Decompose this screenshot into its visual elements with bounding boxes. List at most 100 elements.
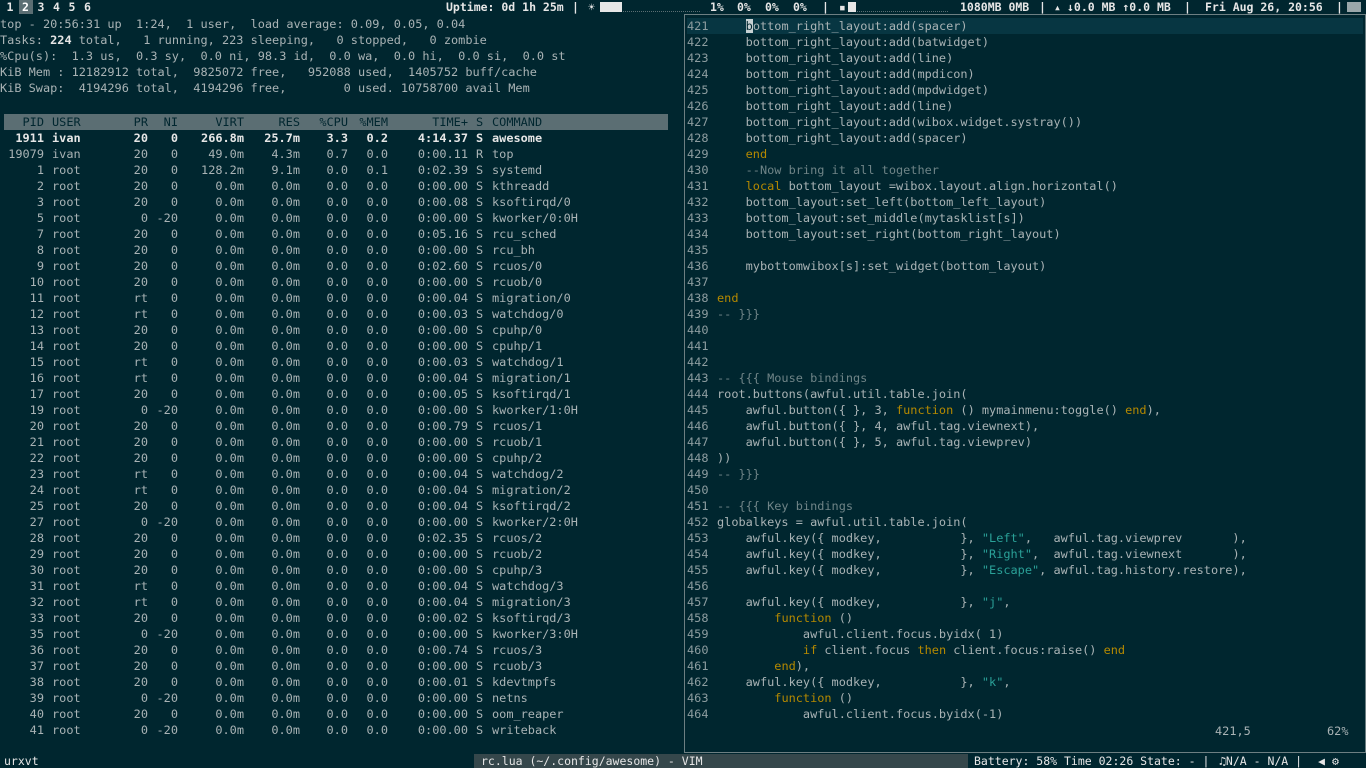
process-row: 27 root 0 -20 0.0m 0.0m 0.0 0.0 0:00.00 Skworker/… (0, 514, 680, 530)
tag-3[interactable]: 3 (34, 0, 48, 14)
process-row: 12 root rt 0 0.0m 0.0m 0.0 0.0 0:00.03 Swatchdog/… (0, 306, 680, 322)
vim-buffer[interactable]: 421 bottom_right_layout:add(spacer) 422 b… (687, 18, 1363, 722)
process-cell: 0.0m (215, 499, 244, 513)
process-cell: S (476, 371, 484, 385)
code-token: ottom_right_layout:add(spacer) (752, 19, 968, 33)
process-cell: 20 (133, 131, 148, 145)
process-cell: 0:00.00 (417, 451, 468, 465)
code-line: 456 (687, 578, 1363, 594)
process-cell: 0.0m (271, 531, 300, 545)
process-cell: S (476, 611, 484, 625)
tag-6[interactable]: 6 (81, 0, 95, 14)
uptime-widget: Uptime: 0d 1h 25m (446, 0, 564, 14)
top-wibox: 123456 Uptime: 0d 1h 25m | ☀ 1% 0% 0% 0%… (0, 0, 1366, 14)
process-cell: 0 (170, 371, 178, 385)
code-token: bottom_right_layout:add(line) (717, 99, 954, 113)
network-icon: ▴ (1054, 0, 1061, 14)
process-cell: 24 (29, 483, 44, 497)
process-cell: 0.0m (215, 531, 244, 545)
process-cell: 0.0 (366, 387, 388, 401)
volume-bar[interactable] (848, 2, 948, 12)
process-cell: migration/3 (492, 595, 571, 609)
line-number: 440 (687, 323, 709, 337)
process-cell: 20 (29, 419, 44, 433)
line-number: 459 (687, 627, 709, 641)
clock-widget[interactable]: Fri Aug 26, 20:56 (1205, 0, 1323, 14)
code-token: bottom_layout:set_middle(mytasklist[s]) (717, 211, 1025, 225)
layout-icon[interactable] (1347, 2, 1361, 12)
process-cell: 0.0 (326, 531, 348, 545)
process-cell: 0.0m (271, 499, 300, 513)
code-token: mybottomwibox[s]:set_widget(bottom_layou… (717, 259, 1047, 273)
code-line: 454 awful.key({ modkey, }, "Right", awfu… (687, 546, 1363, 562)
process-cell: 0.0m (271, 195, 300, 209)
process-cell: 0.0 (366, 371, 388, 385)
task-vim-active[interactable]: rc.lua (~/.config/awesome) - VIM (474, 754, 968, 768)
process-cell: 35 (29, 627, 44, 641)
tag-5[interactable]: 5 (65, 0, 79, 14)
process-cell: 20 (133, 643, 148, 657)
code-line: 459 awful.client.focus.byidx( 1) (687, 626, 1363, 642)
process-cell: S (476, 211, 484, 225)
tag-4[interactable]: 4 (50, 0, 64, 14)
process-row: 25 root 20 0 0.0m 0.0m 0.0 0.0 0:00.04 Sksoftirqd… (0, 498, 680, 514)
process-cell: 0.0 (326, 451, 348, 465)
code-line: 442 (687, 354, 1363, 370)
process-cell: 20 (133, 547, 148, 561)
process-cell: 0.0 (326, 211, 348, 225)
process-cell: 0.0m (271, 611, 300, 625)
code-token: awful.key({ modkey, }, (717, 563, 982, 577)
code-line: 447 awful.button({ }, 5, awful.tag.viewp… (687, 434, 1363, 450)
speaker-icon[interactable]: ◀ (1318, 754, 1325, 768)
bottom-wibox: urxvt rc.lua (~/.config/awesome) - VIM B… (0, 754, 1366, 768)
code-token: , awful.tag.viewnext ), (1032, 547, 1247, 561)
code-token: -- {{{ Mouse bindings (717, 371, 868, 385)
process-cell: 0.0m (215, 403, 244, 417)
line-number: 426 (687, 99, 709, 113)
separator: | (822, 0, 829, 14)
process-cell: 4:14.37 (417, 131, 468, 145)
process-cell: 0.0m (271, 371, 300, 385)
process-cell: 15 (29, 355, 44, 369)
process-cell: 28 (29, 531, 44, 545)
process-cell: 0:00.00 (417, 243, 468, 257)
process-cell: 0.0 (326, 643, 348, 657)
process-cell: 20 (133, 259, 148, 273)
process-cell: 0.0m (271, 179, 300, 193)
process-cell: 0.0m (271, 387, 300, 401)
task-urxvt[interactable]: urxvt (4, 754, 39, 768)
process-cell: 0:00.00 (417, 691, 468, 705)
code-token: end (1125, 403, 1147, 417)
process-cell: rcuos/1 (492, 419, 543, 433)
code-line: 430 --Now bring it all together (687, 162, 1363, 178)
process-cell: 0.0m (271, 307, 300, 321)
process-cell: S (476, 515, 484, 529)
process-cell: 0.0m (271, 627, 300, 641)
process-cell: S (476, 467, 484, 481)
process-cell: S (476, 595, 484, 609)
process-row: 14 root 20 0 0.0m 0.0m 0.0 0.0 0:00.00 Scpuhp/1 (0, 338, 680, 354)
code-line: 427 bottom_right_layout:add(wibox.widget… (687, 114, 1363, 130)
vim-window[interactable]: 421 bottom_right_layout:add(spacer) 422 b… (684, 14, 1366, 753)
process-cell: 0.0 (326, 547, 348, 561)
tag-2[interactable]: 2 (18, 0, 33, 14)
text-cursor: b (745, 19, 753, 33)
process-cell: -20 (156, 627, 178, 641)
process-cell: 0.0 (326, 467, 348, 481)
process-cell: root (52, 259, 81, 273)
systray-icon[interactable]: ⚙ (1332, 754, 1339, 768)
column-header-ni: NI (163, 115, 178, 129)
code-token: () mymainmenu:toggle() (953, 403, 1126, 417)
mpd-widget[interactable]: ♫N/A - N/A | (1219, 754, 1302, 768)
process-cell: S (476, 627, 484, 641)
process-cell: 0.0m (215, 275, 244, 289)
tag-1[interactable]: 1 (3, 0, 17, 14)
process-cell: 0.0 (326, 483, 348, 497)
code-line: 460 if client.focus then client.focus:ra… (687, 642, 1363, 658)
process-cell: 38 (29, 675, 44, 689)
process-row: 20 root 20 0 0.0m 0.0m 0.0 0.0 0:00.79 Srcuos/1 (0, 418, 680, 434)
brightness-bar[interactable] (600, 2, 700, 12)
process-cell: 0.0m (271, 643, 300, 657)
